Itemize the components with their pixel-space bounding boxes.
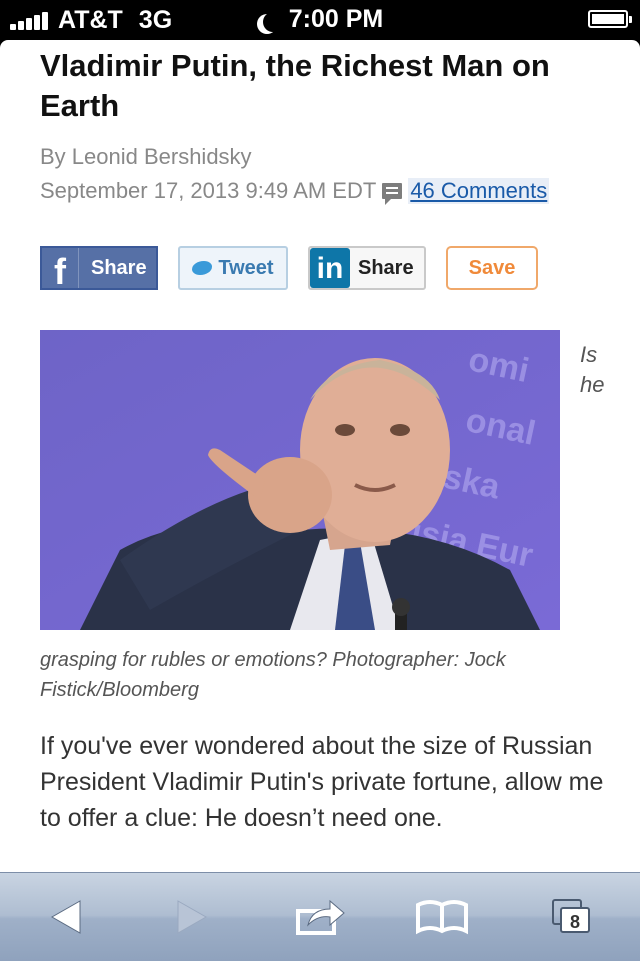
linkedin-share-button[interactable]: in Share <box>308 246 426 290</box>
article-date: September 17, 2013 9:49 AM EDT <box>40 178 377 203</box>
caption-side-line-1: Is <box>580 342 598 367</box>
browser-toolbar: 8 <box>0 872 640 961</box>
status-time: 7:00 PM <box>288 5 384 33</box>
save-label: Save <box>468 256 516 279</box>
tab-count-badge: 8 <box>560 907 590 933</box>
back-arrow-icon <box>50 900 81 934</box>
article-body: If you've ever wondered about the size o… <box>40 732 604 832</box>
tweet-button[interactable]: Tweet <box>178 246 288 290</box>
share-buttons: f Share Tweet in Share Save <box>40 246 600 292</box>
facebook-icon: f <box>42 248 79 292</box>
article-dateline: September 17, 2013 9:49 AM EDT 46 Commen… <box>40 178 550 205</box>
tabs-button[interactable]: 8 <box>540 893 600 941</box>
status-bar: AT&T 3G 7:00 PM <box>0 0 640 40</box>
forward-button[interactable] <box>162 893 222 941</box>
forward-arrow-icon <box>177 900 208 934</box>
article-byline: By Leonid Bershidsky <box>40 144 252 169</box>
bookmarks-icon <box>416 900 468 935</box>
share-button[interactable] <box>290 893 350 941</box>
comments-link[interactable]: 46 Comments <box>408 178 550 204</box>
article-headline: Vladimir Putin, the Richest Man on Earth <box>40 48 550 123</box>
photo-caption: grasping for rubles or emotions? Photogr… <box>40 649 506 701</box>
linkedin-icon: in <box>310 248 350 288</box>
article-photo[interactable]: omi onal iska isja Eur <box>40 330 560 630</box>
moon-icon <box>263 12 283 32</box>
comment-icon <box>382 183 403 205</box>
status-center: 7:00 PM <box>0 4 640 36</box>
caption-side-line-2: he <box>580 372 605 397</box>
web-content[interactable]: Vladimir Putin, the Richest Man on Earth… <box>0 40 640 872</box>
caption-side: Is he <box>580 340 604 400</box>
facebook-share-label: Share <box>91 256 147 279</box>
battery-icon <box>588 10 632 28</box>
tweet-label: Tweet <box>218 256 274 279</box>
back-button[interactable] <box>36 893 96 941</box>
twitter-bird-icon <box>192 261 213 275</box>
bookmarks-button[interactable] <box>412 893 472 941</box>
share-icon <box>296 899 345 935</box>
linkedin-share-label: Share <box>358 256 414 279</box>
putin-photo-illustration: omi onal iska isja Eur <box>40 330 560 630</box>
save-button[interactable]: Save <box>446 246 538 290</box>
facebook-share-button[interactable]: f Share <box>40 246 158 292</box>
